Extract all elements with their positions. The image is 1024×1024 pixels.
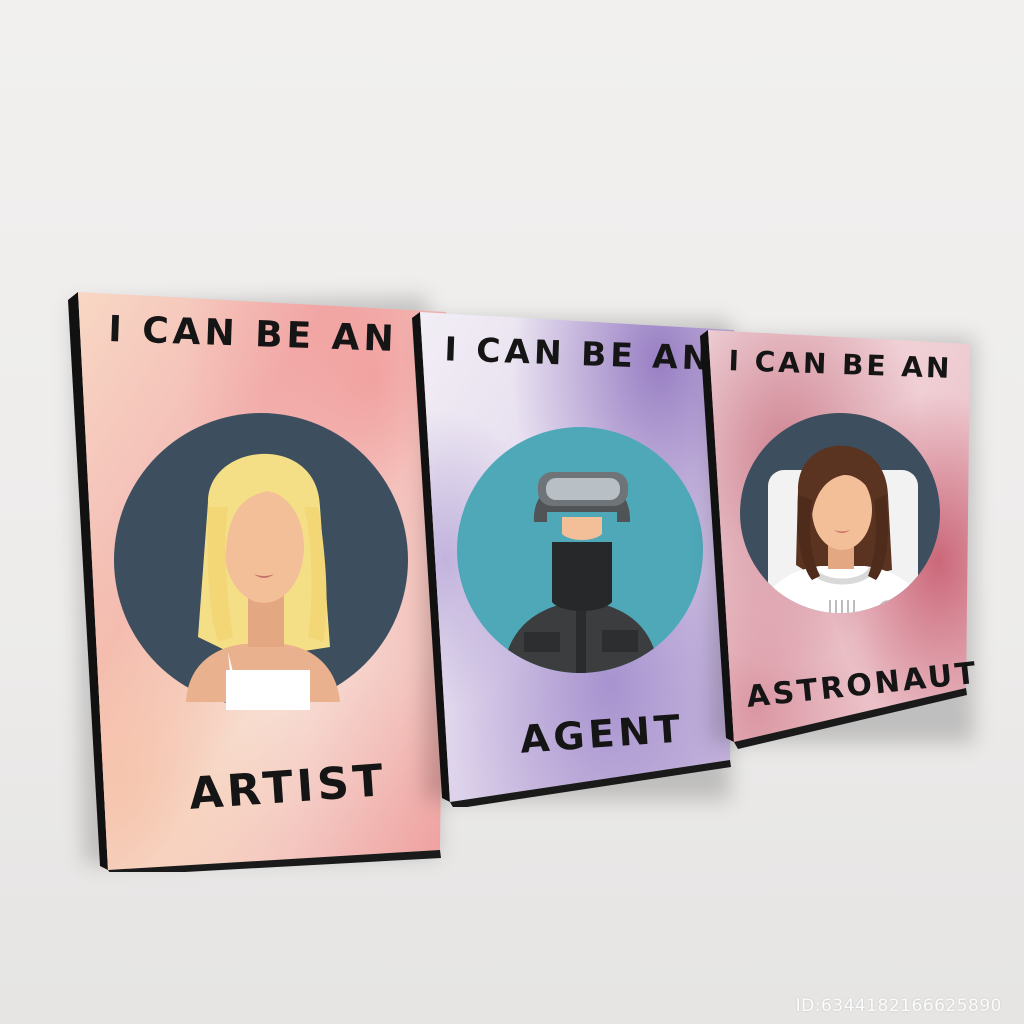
poster-frame-agent: I CAN BE AN AGENT <box>412 312 742 811</box>
watermark-id: ID:6344182166625890 <box>795 996 1002 1016</box>
poster-frame-astronaut: I CAN BE AN ASTRONAUT <box>700 330 980 754</box>
poster-frame-artist: I CAN BE AN ARTIST <box>68 292 448 876</box>
